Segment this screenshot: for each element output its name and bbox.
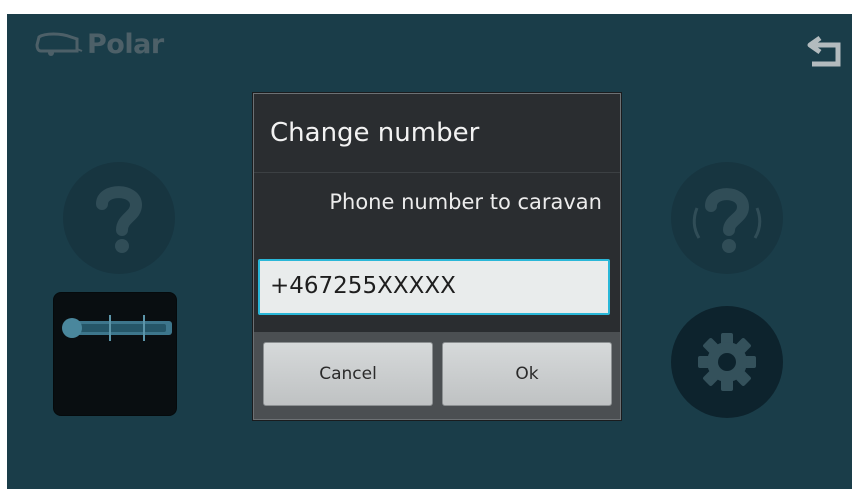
- change-number-dialog: Change number Phone number to caravan Ca…: [253, 93, 621, 420]
- cancel-button[interactable]: Cancel: [263, 342, 433, 406]
- phone-number-input[interactable]: [270, 273, 590, 299]
- phone-number-field[interactable]: [258, 259, 610, 315]
- ok-button[interactable]: Ok: [442, 342, 612, 406]
- dialog-divider: [254, 172, 620, 173]
- dialog-title: Change number: [270, 118, 480, 148]
- dialog-button-bar: Cancel Ok: [254, 332, 620, 419]
- app-screen: Polar Change number Phone number to cara…: [7, 14, 852, 489]
- dialog-message: Phone number to caravan: [329, 190, 602, 214]
